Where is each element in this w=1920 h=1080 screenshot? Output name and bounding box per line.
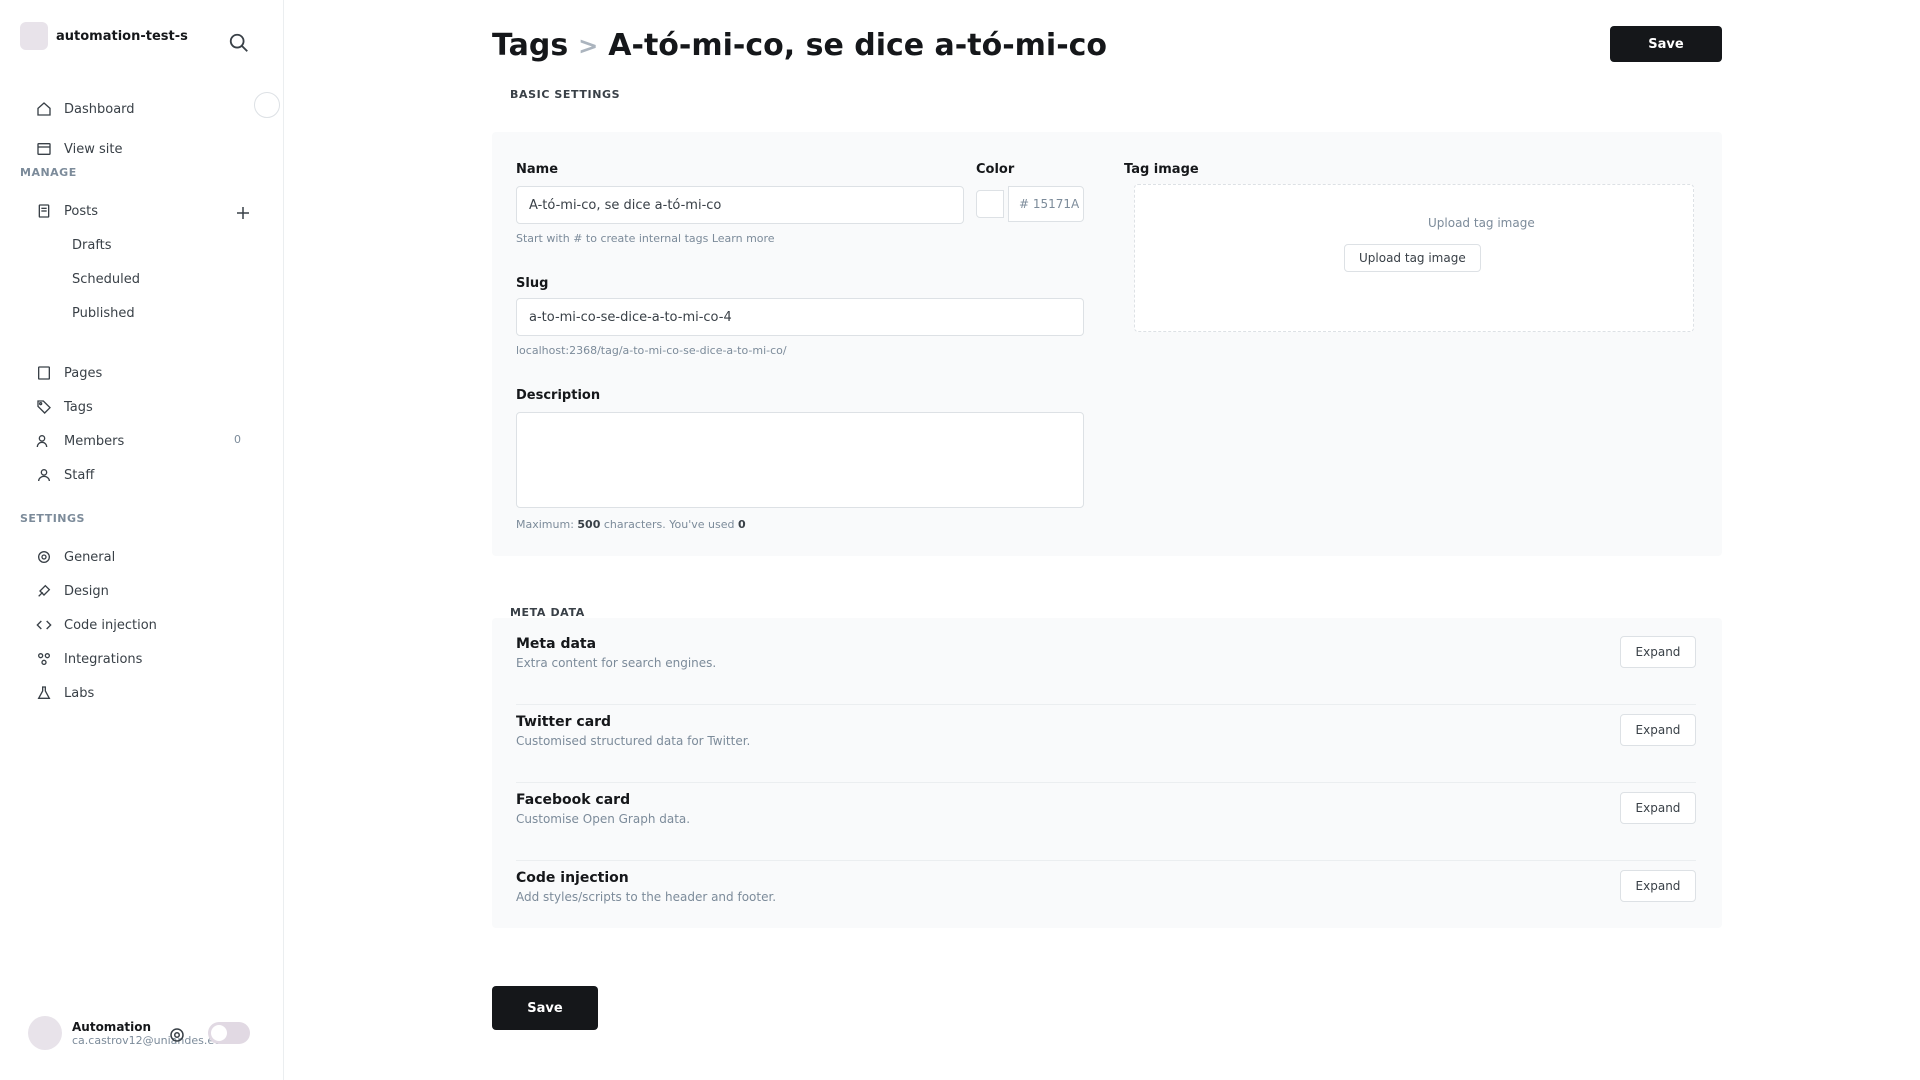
sidebar-item-label: Dashboard [64, 101, 135, 117]
expand-button[interactable]: Expand [1620, 636, 1696, 668]
divider [516, 860, 1696, 861]
description-hint: Maximum: 500 characters. You've used 0 [516, 518, 746, 531]
sidebar: automation-test-s Dashboard View site MA… [0, 0, 284, 1080]
meta-row-desc: Customise Open Graph data. [516, 812, 691, 826]
integrations-icon [38, 653, 50, 665]
sidebar-item-label: View site [64, 141, 123, 157]
sidebar-item-published[interactable]: Published [72, 306, 135, 321]
flask-icon [37, 686, 51, 699]
save-button[interactable]: Save [1610, 26, 1722, 62]
document-icon [38, 204, 50, 218]
meta-row-title: Twitter card [516, 714, 612, 730]
meta-row-title: Code injection [516, 870, 629, 886]
pages-icon [38, 366, 50, 380]
sidebar-item-scheduled[interactable]: Scheduled [72, 272, 140, 287]
expand-button[interactable]: Expand [1620, 714, 1696, 746]
name-label: Name [516, 162, 559, 177]
sidebar-item-label: Design [64, 583, 109, 599]
name-hint: Start with # to create internal tags Lea… [516, 232, 775, 245]
sidebar-item-labs[interactable]: Labs [36, 682, 94, 704]
upload-tag-image-button[interactable]: Upload tag image [1344, 244, 1481, 272]
sidebar-item-label: Staff [64, 467, 95, 483]
globe-icon[interactable] [254, 92, 280, 118]
description-textarea[interactable] [516, 412, 1084, 508]
sidebar-item-integrations[interactable]: Integrations [36, 648, 142, 670]
sidebar-item-pages[interactable]: Pages [36, 362, 102, 384]
name-input[interactable]: A-tó-mi-co, se dice a-tó-mi-co [516, 186, 964, 224]
sidebar-item-design[interactable]: Design [36, 580, 109, 602]
sidebar-item-label: Pages [64, 365, 103, 381]
site-name: automation-test-s [56, 28, 188, 44]
code-icon [36, 620, 52, 630]
color-input[interactable]: # 15171A [1008, 186, 1084, 222]
save-button-bottom[interactable]: Save [492, 986, 598, 1030]
description-hint-suffix: characters. You've used [600, 518, 738, 531]
sidebar-item-label: Members [64, 433, 125, 449]
meta-row-facebook-card: Facebook card Customise Open Graph data.… [516, 792, 1696, 852]
sidebar-item-drafts[interactable]: Drafts [72, 238, 112, 253]
description-hint-used: 0 [737, 518, 746, 531]
color-label: Color [976, 162, 1015, 177]
members-icon [36, 435, 48, 448]
description-hint-max: 500 [577, 518, 601, 531]
meta-row-meta-data: Meta data Extra content for search engin… [516, 636, 1696, 696]
divider [516, 782, 1696, 783]
avatar [28, 1016, 62, 1050]
sidebar-item-code-injection[interactable]: Code injection [36, 614, 157, 636]
breadcrumb-separator: > [578, 31, 599, 60]
description-hint-prefix: Maximum: [516, 518, 578, 531]
site-logo [20, 22, 48, 50]
brush-icon [38, 584, 51, 597]
meta-row-desc: Extra content for search engines. [516, 656, 717, 670]
sidebar-item-label: Posts [64, 203, 98, 219]
meta-row-title: Facebook card [516, 792, 631, 808]
sidebar-item-posts[interactable]: Posts [36, 200, 98, 222]
section-label-manage: MANAGE [20, 166, 77, 179]
sidebar-item-members[interactable]: Members [36, 430, 124, 452]
meta-row-desc: Customised structured data for Twitter. [516, 734, 751, 748]
meta-row-title: Meta data [516, 636, 597, 652]
sidebar-item-dashboard[interactable]: Dashboard [36, 98, 135, 120]
slug-label: Slug [516, 276, 549, 291]
meta-row-code-injection: Code injection Add styles/scripts to the… [516, 870, 1696, 930]
divider [516, 704, 1696, 705]
plus-icon[interactable] [234, 204, 252, 222]
slug-url: localhost:2368/tag/a-to-mi-co-se-dice-a-… [516, 344, 787, 357]
section-label-settings: SETTINGS [20, 512, 85, 525]
color-swatch[interactable] [976, 190, 1004, 218]
sidebar-item-tags[interactable]: Tags [36, 396, 93, 418]
browser-icon [37, 143, 51, 155]
expand-button[interactable]: Expand [1620, 870, 1696, 902]
home-icon [37, 102, 51, 116]
expand-button[interactable]: Expand [1620, 792, 1696, 824]
sidebar-item-staff[interactable]: Staff [36, 464, 94, 486]
meta-row-twitter-card: Twitter card Customised structured data … [516, 714, 1696, 774]
sidebar-item-label: Code injection [64, 617, 157, 633]
night-mode-toggle[interactable] [208, 1022, 250, 1044]
breadcrumb-link-tags[interactable]: Tags [492, 28, 568, 63]
section-title-basic-settings: BASIC SETTINGS [510, 88, 621, 101]
settings-gear-icon[interactable] [168, 1026, 186, 1044]
members-count: 0 [234, 433, 241, 446]
meta-row-desc: Add styles/scripts to the header and foo… [516, 890, 777, 904]
breadcrumb: Tags > A-tó-mi-co, se dice a-tó-mi-co [492, 28, 1107, 63]
sidebar-item-general[interactable]: General [36, 546, 115, 568]
gear-icon [38, 551, 50, 563]
sidebar-item-label: Labs [64, 685, 95, 701]
staff-icon [38, 469, 50, 482]
sidebar-item-label: Tags [64, 399, 93, 415]
search-icon[interactable] [228, 32, 250, 54]
page-title: A-tó-mi-co, se dice a-tó-mi-co [608, 28, 1108, 63]
description-label: Description [516, 388, 601, 403]
slug-input[interactable]: a-to-mi-co-se-dice-a-to-mi-co-4 [516, 298, 1084, 336]
sidebar-item-label: Integrations [64, 651, 143, 667]
sidebar-item-label: General [64, 549, 116, 565]
tag-image-label: Tag image [1124, 162, 1199, 177]
sidebar-item-view-site[interactable]: View site [36, 138, 122, 160]
tag-icon [37, 400, 51, 414]
upload-tag-image-text: Upload tag image [1428, 216, 1535, 230]
site-brand[interactable]: automation-test-s [20, 22, 188, 50]
